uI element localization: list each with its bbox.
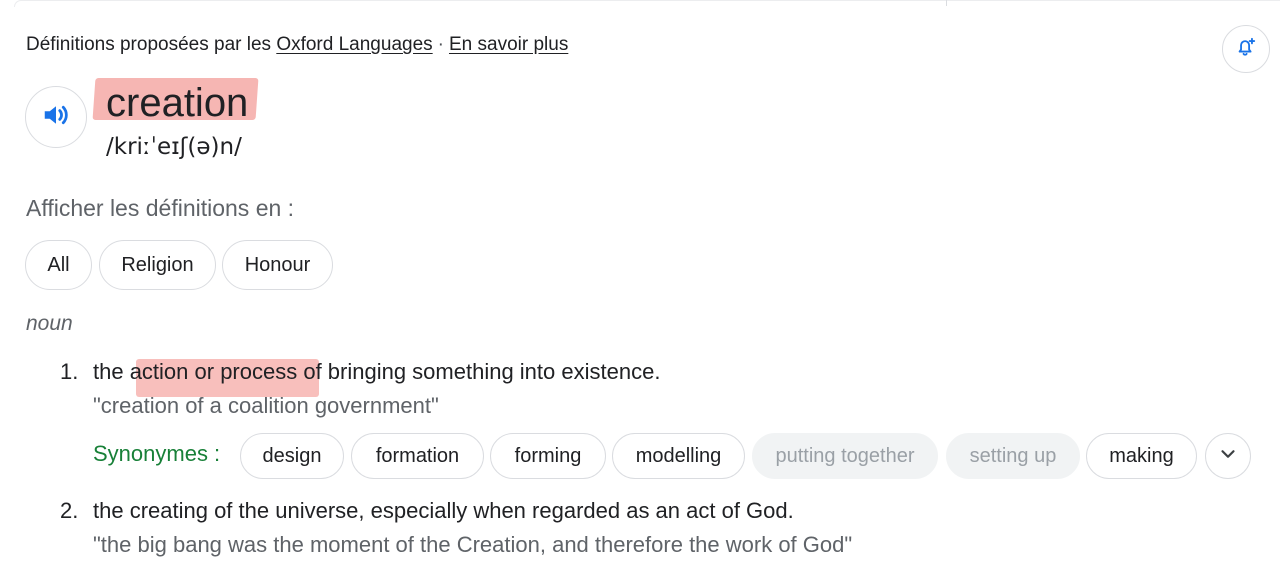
filter-label: Afficher les définitions en : xyxy=(26,195,295,221)
definition-text: the creating of the universe, especially… xyxy=(93,498,794,523)
synonym-chip[interactable]: making xyxy=(1086,433,1197,479)
definition-example: "the big bang was the moment of the Crea… xyxy=(93,532,853,557)
card-divider xyxy=(946,0,947,6)
bell-plus-icon xyxy=(1235,36,1257,63)
definition-example: "creation of a coalition government" xyxy=(93,393,439,418)
source-separator: · xyxy=(437,34,444,55)
card-top-border xyxy=(14,0,1280,7)
filter-chip-all[interactable]: All xyxy=(25,240,92,290)
source-prefix: Définitions proposées par les xyxy=(26,34,272,55)
learn-more-link[interactable]: En savoir plus xyxy=(449,34,568,55)
definition-number: 2. xyxy=(60,498,79,523)
source-attribution: Définitions proposées par les Oxford Lan… xyxy=(26,34,568,56)
pronounce-button[interactable] xyxy=(25,86,87,148)
volume-icon xyxy=(41,100,71,135)
synonym-chip[interactable]: formation xyxy=(351,433,484,479)
phonetic-transcription: /kriːˈeɪʃ(ə)n/ xyxy=(106,134,242,160)
oxford-languages-link[interactable]: Oxford Languages xyxy=(276,34,432,55)
synonym-chip-disabled[interactable]: putting together xyxy=(752,433,938,479)
part-of-speech: noun xyxy=(26,312,73,335)
synonyms-label: Synonymes : xyxy=(93,441,221,466)
headword: creation xyxy=(106,81,249,125)
expand-synonyms-button[interactable] xyxy=(1205,433,1251,479)
chevron-down-icon xyxy=(1217,443,1239,470)
filter-chip-religion[interactable]: Religion xyxy=(99,240,216,290)
synonym-chip-disabled[interactable]: setting up xyxy=(946,433,1080,479)
definition-text: the action or process of bringing someth… xyxy=(93,359,661,384)
synonym-chip[interactable]: forming xyxy=(490,433,606,479)
synonym-chip[interactable]: modelling xyxy=(612,433,745,479)
definition-number: 1. xyxy=(60,359,79,384)
filter-chip-honour[interactable]: Honour xyxy=(222,240,333,290)
alert-subscribe-button[interactable] xyxy=(1222,25,1270,73)
synonym-chip[interactable]: design xyxy=(240,433,344,479)
